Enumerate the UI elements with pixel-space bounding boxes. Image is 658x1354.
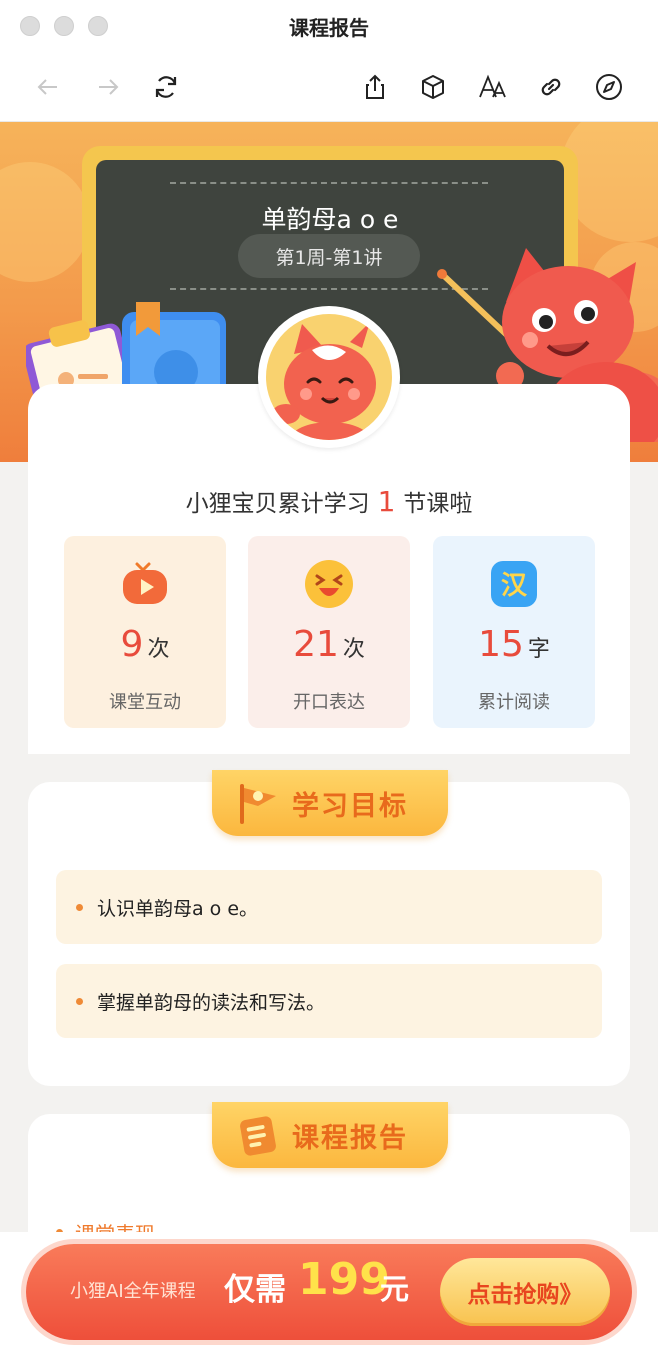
forward-button[interactable] bbox=[91, 70, 125, 104]
goal-item: 掌握单韵母的读法和写法。 bbox=[56, 964, 602, 1038]
arrow-left-icon bbox=[37, 79, 57, 95]
study-headline: 小狸宝贝累计学习 1 节课啦 bbox=[28, 484, 630, 518]
course-report-title: 课程报告 bbox=[292, 1123, 408, 1154]
stat-interaction-label: 课堂互动 bbox=[109, 692, 181, 713]
goal-item: 认识单韵母a o e。 bbox=[56, 870, 602, 944]
arrow-right-icon bbox=[99, 79, 119, 95]
bullet-dot bbox=[76, 997, 83, 1005]
chalk-line bbox=[170, 182, 488, 184]
link-button[interactable] bbox=[534, 70, 568, 104]
learning-goals-title: 学习目标 bbox=[292, 791, 408, 822]
compass-icon bbox=[596, 74, 622, 100]
stat-speaking-value: 21 次 bbox=[293, 624, 365, 665]
lesson-count: 1 bbox=[377, 485, 396, 518]
stat-reading-value: 15 字 bbox=[478, 624, 550, 665]
flag-icon bbox=[240, 784, 276, 824]
video-icon bbox=[123, 562, 167, 604]
stat-reading-label: 累计阅读 bbox=[478, 692, 550, 713]
text-size-button[interactable] bbox=[475, 70, 509, 104]
stat-interaction: 9次 课堂互动 bbox=[64, 536, 226, 728]
headline-prefix: 小狸宝贝累计学习 bbox=[185, 491, 370, 517]
week-badge: 第1周-第1讲 bbox=[238, 234, 420, 278]
course-report-header: 课程报告 bbox=[212, 1102, 448, 1168]
promo-price: 199 bbox=[298, 1254, 390, 1305]
stat-interaction-value: 9次 bbox=[120, 624, 170, 665]
link-icon bbox=[541, 78, 561, 96]
compass-button[interactable] bbox=[592, 70, 626, 104]
fox-face-icon bbox=[272, 322, 376, 440]
stat-reading: 汉 15 字 累计阅读 bbox=[433, 536, 595, 728]
fox-avatar-image bbox=[266, 314, 392, 440]
text-size-icon bbox=[479, 74, 506, 98]
cube-icon bbox=[422, 75, 444, 99]
svg-text:汉: 汉 bbox=[501, 571, 528, 601]
window-toolbar: 课程报告 bbox=[0, 0, 658, 122]
package-button[interactable] bbox=[416, 70, 450, 104]
browser-window: 课程报告 单韵母a o e 第1周-第1讲 小狸宝贝累计学习 1 节课啦 9 次… bbox=[0, 0, 658, 1354]
lesson-title: 单韵母a o e bbox=[261, 205, 399, 234]
reload-button[interactable] bbox=[149, 70, 183, 104]
avatar bbox=[258, 306, 400, 448]
promo-course-name: 小狸AI全年课程 bbox=[70, 1281, 196, 1302]
promo-banner[interactable]: 小狸AI全年课程 仅需 199 元 点击抢购》 bbox=[26, 1244, 632, 1340]
stat-speaking: 21 次 开口表达 bbox=[248, 536, 410, 728]
back-button[interactable] bbox=[31, 70, 65, 104]
reload-icon bbox=[155, 76, 177, 98]
laughing-face-icon bbox=[305, 560, 353, 608]
window-title: 课程报告 bbox=[289, 16, 369, 40]
learning-goals-card: 学习目标 认识单韵母a o e。 掌握单韵母的读法和写法。 bbox=[28, 770, 630, 1086]
share-button[interactable] bbox=[358, 70, 392, 104]
han-character-icon: 汉 bbox=[491, 561, 537, 607]
report-icon bbox=[240, 1116, 276, 1156]
bullet-dot bbox=[76, 903, 83, 911]
promo-only-label: 仅需 bbox=[224, 1272, 286, 1308]
share-icon bbox=[366, 74, 384, 99]
decor-bubble bbox=[0, 162, 90, 282]
promo-currency: 元 bbox=[380, 1272, 410, 1306]
buy-now-button[interactable]: 点击抢购》 bbox=[440, 1258, 610, 1326]
stat-speaking-label: 开口表达 bbox=[293, 692, 365, 713]
learning-goals-header: 学习目标 bbox=[212, 770, 448, 836]
headline-suffix: 节课啦 bbox=[403, 491, 473, 517]
